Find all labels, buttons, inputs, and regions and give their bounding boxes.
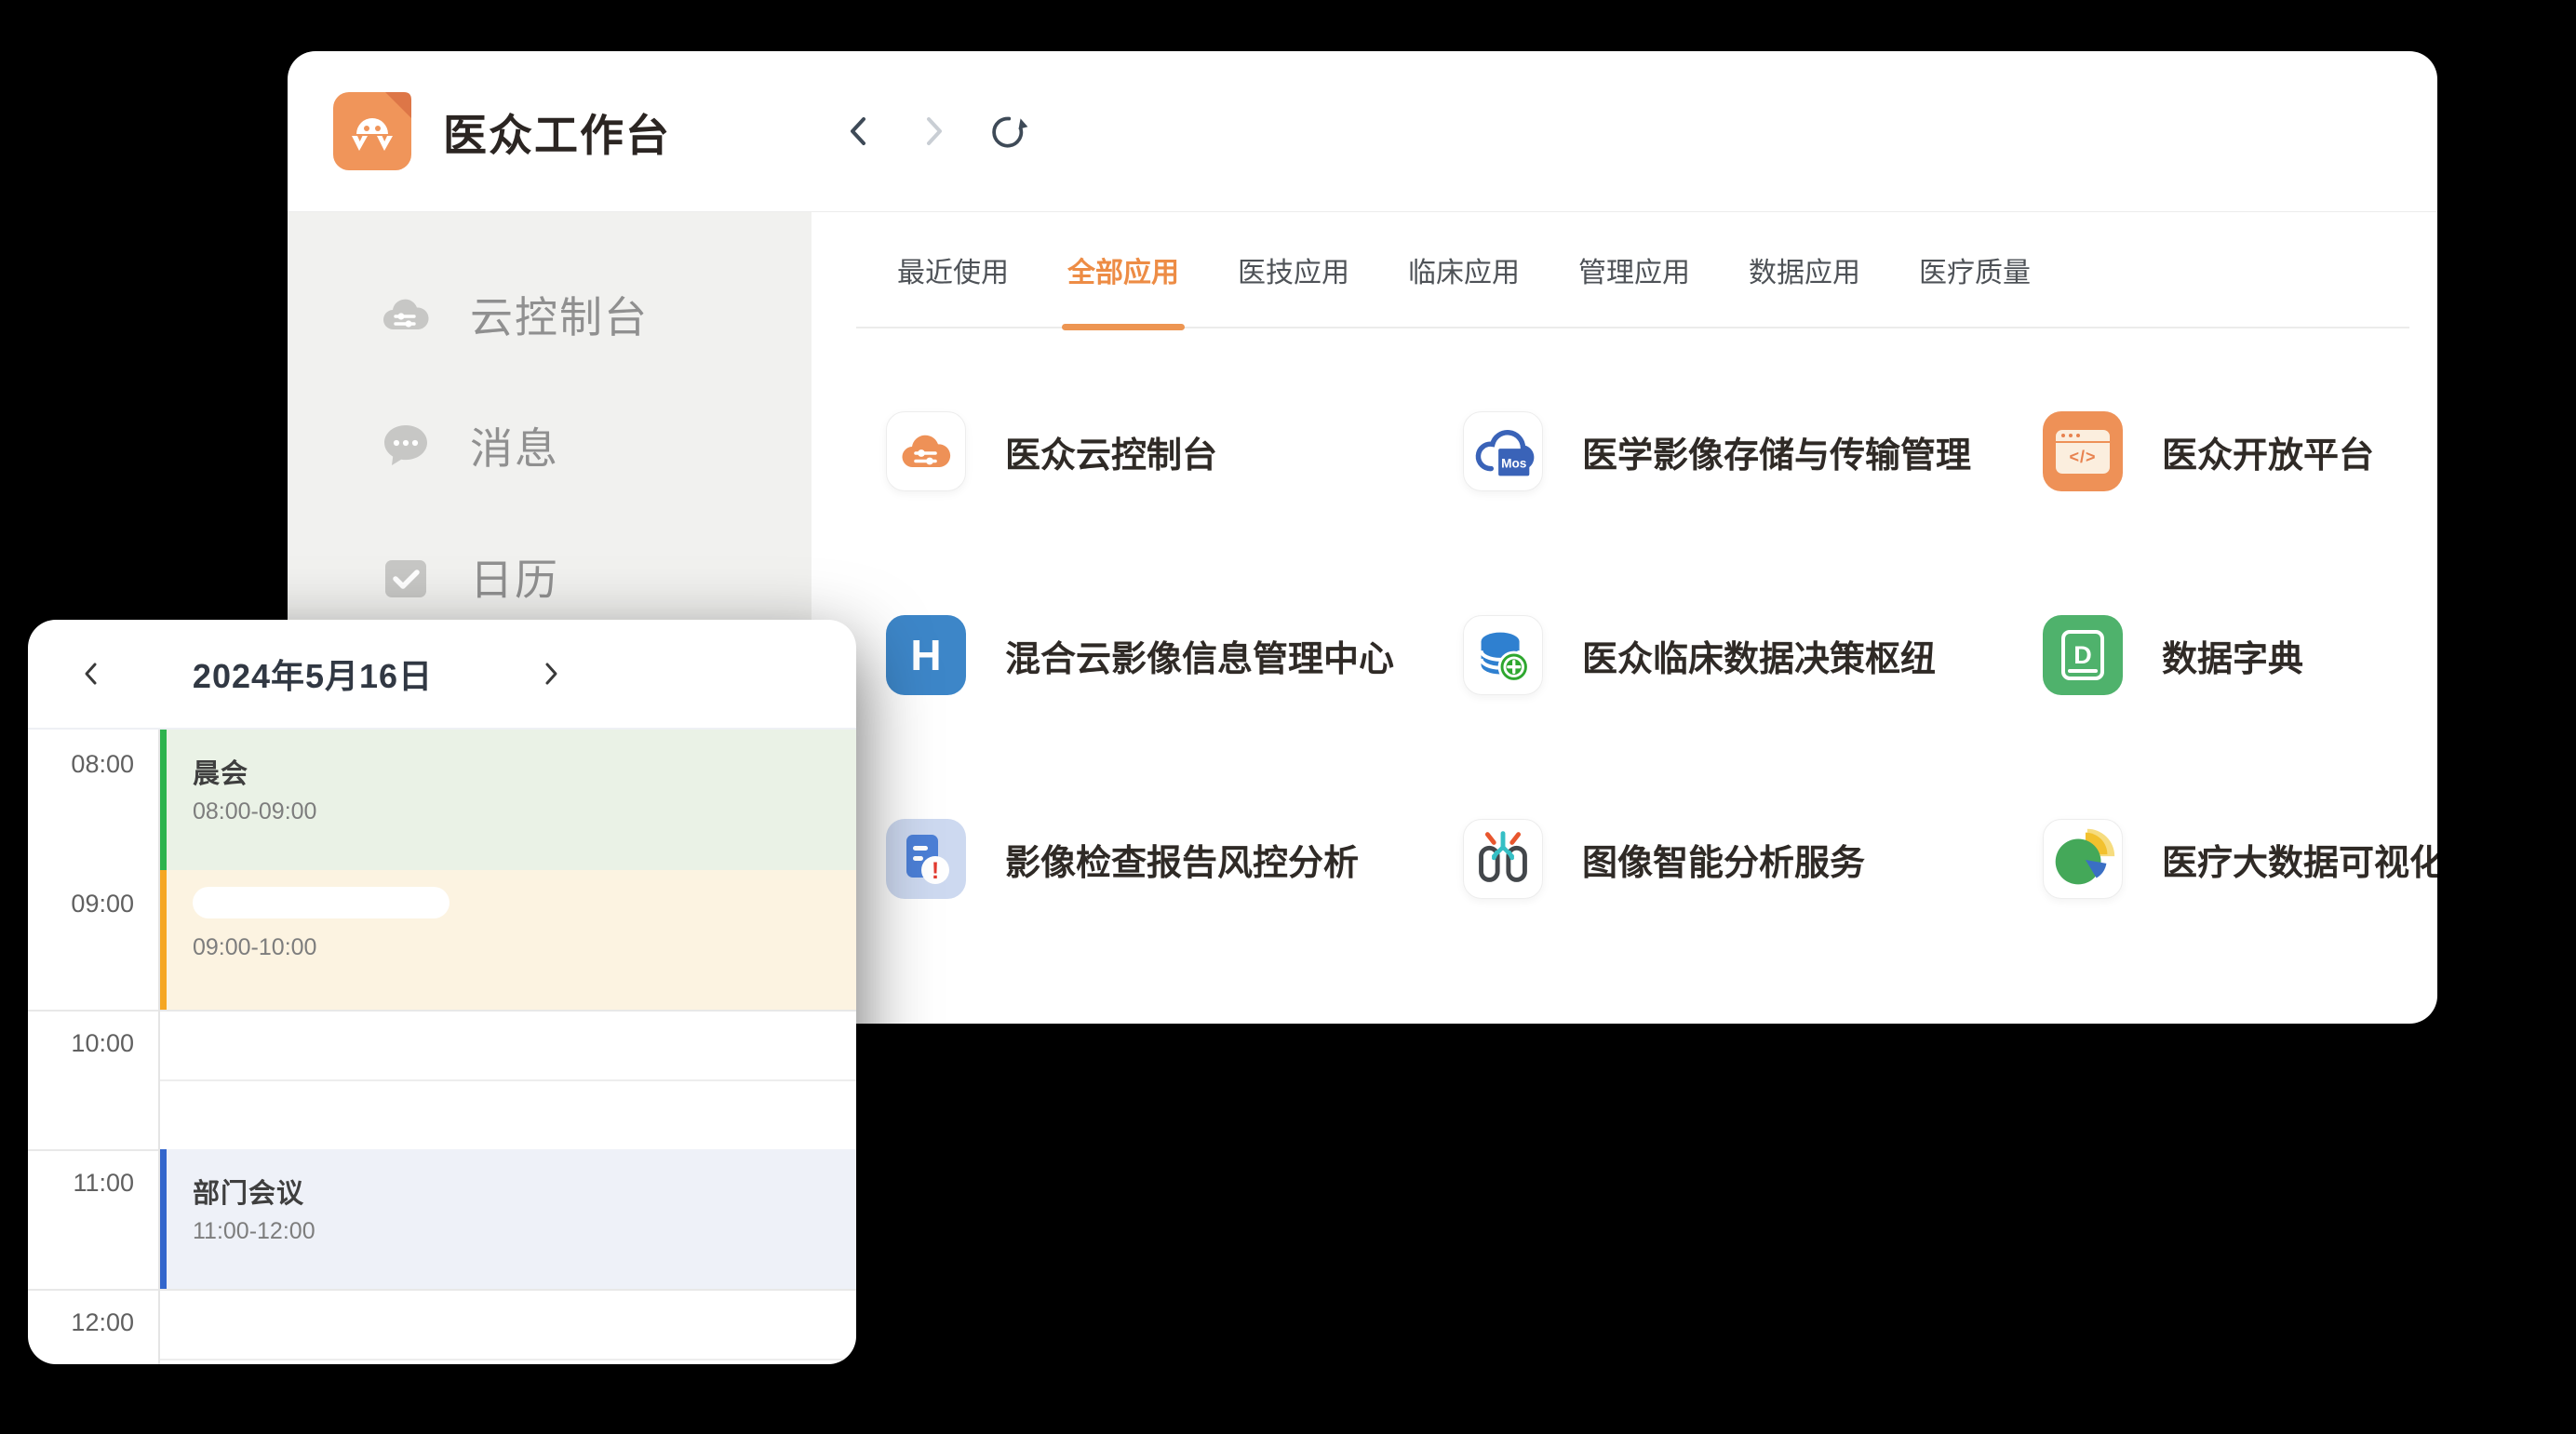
app-name: 医众开放平台 — [2162, 426, 2374, 477]
event-title: 晨会 — [193, 752, 856, 791]
chevron-left-icon — [838, 110, 880, 153]
hybrid-cloud-icon: H — [886, 615, 966, 695]
open-platform-icon: </> — [2043, 411, 2123, 491]
mos-badge: Mos — [1501, 457, 1527, 471]
code-glyph: </> — [2056, 443, 2110, 472]
tab-all-apps[interactable]: 全部应用 — [1067, 212, 1179, 327]
calendar-day-grid: 08:00 09:00 10:00 11:00 12:00 晨会 08:00-0… — [28, 730, 856, 1364]
app-name: 医众云控制台 — [1005, 426, 1217, 477]
sidebar-item-label: 日历 — [470, 546, 559, 608]
browser-bar — [2056, 430, 2110, 443]
chevron-right-icon — [535, 658, 567, 690]
mos-cloud-icon: Mos — [1463, 411, 1543, 491]
apps-panel: 最近使用 全部应用 医技应用 临床应用 管理应用 数据应用 医疗质量 — [812, 212, 2437, 1024]
refresh-icon — [986, 109, 1030, 154]
page-title: 医众工作台 — [443, 100, 671, 164]
event-title: 部门会议 — [193, 1172, 856, 1211]
hour-gridline — [28, 1289, 856, 1291]
time-label: 12:00 — [28, 1308, 134, 1337]
app-medical-image-storage[interactable]: Mos 医学影像存储与传输管理 — [1463, 411, 2043, 491]
event-time: 09:00-10:00 — [193, 934, 856, 961]
event-department-meeting[interactable]: 部门会议 11:00-12:00 — [160, 1149, 856, 1289]
event-time: 11:00-12:00 — [193, 1218, 856, 1245]
forward-button[interactable] — [911, 109, 956, 154]
sidebar-item-cloud-console[interactable]: 云控制台 — [288, 281, 812, 348]
app-name: 医学影像存储与传输管理 — [1582, 426, 1971, 477]
sidebar-item-label: 消息 — [470, 415, 559, 476]
titlebar: 医众工作台 — [288, 51, 2437, 211]
chevron-left-icon — [75, 658, 107, 690]
tab-quality[interactable]: 医疗质量 — [1919, 212, 2031, 327]
tab-data-apps[interactable]: 数据应用 — [1749, 212, 1860, 327]
lungs-ai-icon — [1463, 819, 1543, 899]
redacted-event-title — [193, 887, 449, 918]
half-hour-gridline — [160, 1359, 856, 1360]
app-name: 数据字典 — [2162, 630, 2303, 681]
app-name: 图像智能分析服务 — [1582, 834, 1865, 885]
half-hour-gridline — [160, 1079, 856, 1081]
time-label: 10:00 — [28, 1029, 134, 1058]
message-icon — [377, 417, 435, 475]
tab-management-apps[interactable]: 管理应用 — [1578, 212, 1690, 327]
app-image-ai-analysis[interactable]: 图像智能分析服务 — [1463, 819, 2043, 899]
pie-chart-icon — [2043, 819, 2123, 899]
calendar-icon — [377, 548, 435, 606]
back-button[interactable] — [837, 109, 881, 154]
report-risk-icon: ! — [886, 819, 966, 899]
app-big-data-visualization[interactable]: 医疗大数据可视化 — [2043, 819, 2437, 899]
d-glyph: D — [2061, 630, 2104, 680]
page-background: 医众工作台 — [0, 0, 2576, 1434]
refresh-button[interactable] — [986, 109, 1030, 154]
nav-controls — [837, 109, 1030, 154]
sidebar-item-messages[interactable]: 消息 — [288, 412, 812, 479]
calendar-next-button[interactable] — [532, 655, 570, 692]
tab-recent[interactable]: 最近使用 — [897, 212, 1009, 327]
calendar-prev-button[interactable] — [73, 655, 110, 692]
chevron-right-icon — [912, 110, 955, 153]
app-logo-icon — [333, 92, 411, 170]
sidebar-item-calendar[interactable]: 日历 — [288, 543, 812, 610]
app-name: 医疗大数据可视化 — [2162, 834, 2437, 885]
cloud-console-icon — [886, 411, 966, 491]
calendar-header: 2024年5月16日 — [28, 620, 856, 730]
app-data-dictionary[interactable]: D 数据字典 — [2043, 615, 2437, 695]
time-label: 09:00 — [28, 890, 134, 918]
alert-glyph: ! — [932, 858, 939, 884]
app-name: 医众临床数据决策枢纽 — [1582, 630, 1936, 681]
tab-medtech-apps[interactable]: 医技应用 — [1238, 212, 1349, 327]
event-time: 08:00-09:00 — [193, 798, 856, 825]
time-label: 08:00 — [28, 750, 134, 779]
app-clinical-data-hub[interactable]: 医众临床数据决策枢纽 — [1463, 615, 2043, 695]
calendar-date-label: 2024年5月16日 — [110, 650, 516, 698]
app-hybrid-cloud-imaging[interactable]: H 混合云影像信息管理中心 — [886, 615, 1463, 695]
calendar-popup: 2024年5月16日 08:00 09:00 10:00 11:00 12:00… — [28, 620, 856, 1364]
cloud-settings-icon — [377, 286, 435, 343]
h-glyph: H — [910, 630, 941, 680]
data-dictionary-icon: D — [2043, 615, 2123, 695]
sidebar-item-label: 云控制台 — [470, 284, 649, 345]
time-label: 11:00 — [28, 1169, 134, 1198]
tab-bar: 最近使用 全部应用 医技应用 临床应用 管理应用 数据应用 医疗质量 — [856, 212, 2409, 328]
app-name: 混合云影像信息管理中心 — [1005, 630, 1394, 681]
app-open-platform[interactable]: </> 医众开放平台 — [2043, 411, 2437, 491]
app-name: 影像检查报告风控分析 — [1005, 834, 1359, 885]
clinical-database-icon — [1463, 615, 1543, 695]
hour-gridline — [28, 1010, 856, 1012]
event-morning-meeting[interactable]: 晨会 08:00-09:00 — [160, 730, 856, 870]
app-grid: 医众云控制台 Mos 医学影像存储与传输管理 — [812, 411, 2437, 899]
event-redacted[interactable]: 09:00-10:00 — [160, 870, 856, 1010]
app-report-risk-analysis[interactable]: ! 影像检查报告风控分析 — [886, 819, 1463, 899]
tab-clinical-apps[interactable]: 临床应用 — [1408, 212, 1520, 327]
app-cloud-console[interactable]: 医众云控制台 — [886, 411, 1463, 491]
